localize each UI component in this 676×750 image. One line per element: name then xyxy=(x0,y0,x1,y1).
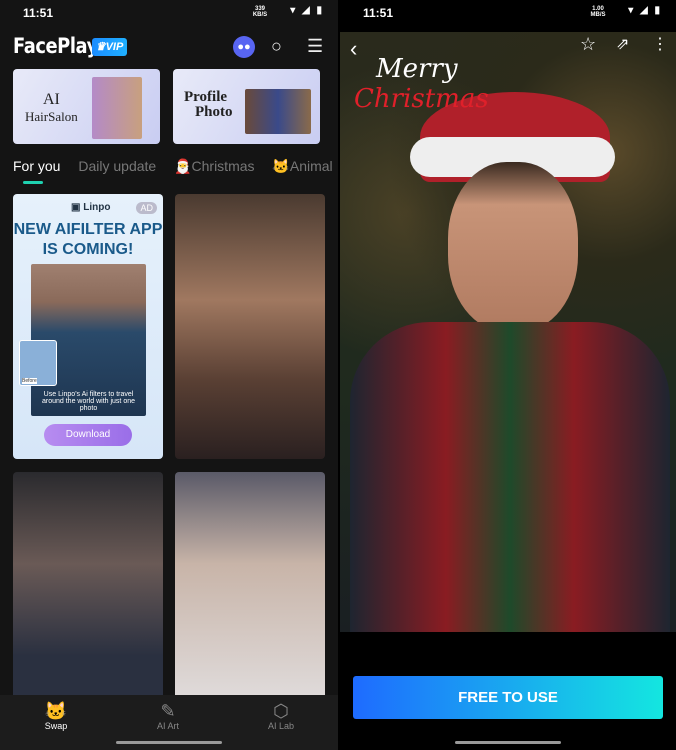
banner-image xyxy=(92,77,142,139)
tab-daily-update[interactable]: Daily update xyxy=(78,158,156,174)
ad-headline: NEW AIFILTER APP IS COMING! xyxy=(13,221,163,258)
template-card[interactable] xyxy=(175,472,325,702)
status-bar: 11:51 1.00 MB/S ▾ ◢ ▮ xyxy=(340,0,676,26)
nav-ai-lab[interactable]: ⬡ AI Lab xyxy=(251,701,311,731)
network-speed: 1.00 MB/S xyxy=(590,6,606,18)
feed-screen: 11:51 339 KB/S ▾ ◢ ▮ FacePlay ♛VIP ●● ○ … xyxy=(0,0,338,750)
status-bar: 11:51 339 KB/S ▾ ◢ ▮ xyxy=(0,0,338,26)
discord-icon[interactable]: ●● xyxy=(233,36,255,58)
star-icon[interactable]: ☆ xyxy=(580,34,596,55)
status-icons: ▾ ◢ ▮ xyxy=(290,5,324,16)
sweater xyxy=(350,322,670,632)
clock: 11:51 xyxy=(363,6,394,20)
share-icon[interactable]: ⇗ xyxy=(616,34,629,54)
christmas-text: Christmas xyxy=(354,84,489,114)
home-indicator xyxy=(116,741,222,744)
vip-label: VIP xyxy=(105,41,124,53)
bottom-nav: 🐱 Swap ✎ AI Art ⬡ AI Lab xyxy=(0,695,338,750)
face xyxy=(448,162,578,332)
ad-card[interactable]: ▣ Linpo AD NEW AIFILTER APP IS COMING! Us… xyxy=(13,194,163,459)
menu-icon[interactable]: ☰ xyxy=(307,36,323,57)
banner-profile-photo[interactable]: Profile Photo xyxy=(173,69,320,144)
banner-title: AI xyxy=(43,91,60,108)
before-thumbnail: Before xyxy=(19,340,57,386)
search-icon[interactable]: ○ xyxy=(271,36,282,57)
template-card[interactable] xyxy=(175,194,325,459)
ad-badge: AD xyxy=(136,202,157,214)
tab-for-you[interactable]: For you xyxy=(13,158,60,174)
template-preview-image xyxy=(340,32,676,632)
banner-hair-salon[interactable]: AI HairSalon xyxy=(13,69,160,144)
status-icons: ▾ ◢ ▮ xyxy=(628,5,662,16)
template-detail-screen: 11:51 1.00 MB/S ▾ ◢ ▮ ‹ ☆ ⇗ ⋮ Merry Chri… xyxy=(340,0,676,750)
ad-caption: Use Linpo's Ai filters to travel around … xyxy=(42,391,135,412)
free-to-use-button[interactable]: FREE TO USE xyxy=(353,676,663,719)
nav-swap[interactable]: 🐱 Swap xyxy=(26,701,86,731)
app-logo: FacePlay xyxy=(13,34,98,58)
nav-ai-art[interactable]: ✎ AI Art xyxy=(138,701,198,731)
home-indicator xyxy=(455,741,561,744)
template-card[interactable] xyxy=(13,472,163,702)
banner-subtitle: Photo xyxy=(195,104,233,120)
merry-text: Merry xyxy=(376,54,458,84)
tab-animal[interactable]: 🐱Animal xyxy=(272,158,332,174)
vip-badge[interactable]: ♛VIP xyxy=(92,38,127,56)
more-icon[interactable]: ⋮ xyxy=(652,34,668,54)
cube-icon: ⬡ xyxy=(273,701,289,721)
back-icon[interactable]: ‹ xyxy=(350,36,357,62)
clock: 11:51 xyxy=(23,6,54,20)
category-tabs: For you Daily update 🎅Christmas 🐱Animal xyxy=(13,158,338,175)
tab-indicator xyxy=(23,181,43,184)
tab-christmas[interactable]: 🎅Christmas xyxy=(174,158,254,174)
banner-subtitle: HairSalon xyxy=(25,109,78,124)
banner-image xyxy=(245,89,311,134)
download-button[interactable]: Download xyxy=(44,424,132,446)
ad-brand: ▣ Linpo xyxy=(71,202,111,213)
network-speed: 339 KB/S xyxy=(252,6,268,18)
mask-icon: 🐱 xyxy=(44,701,68,721)
palette-brush-icon: ✎ xyxy=(160,701,176,721)
